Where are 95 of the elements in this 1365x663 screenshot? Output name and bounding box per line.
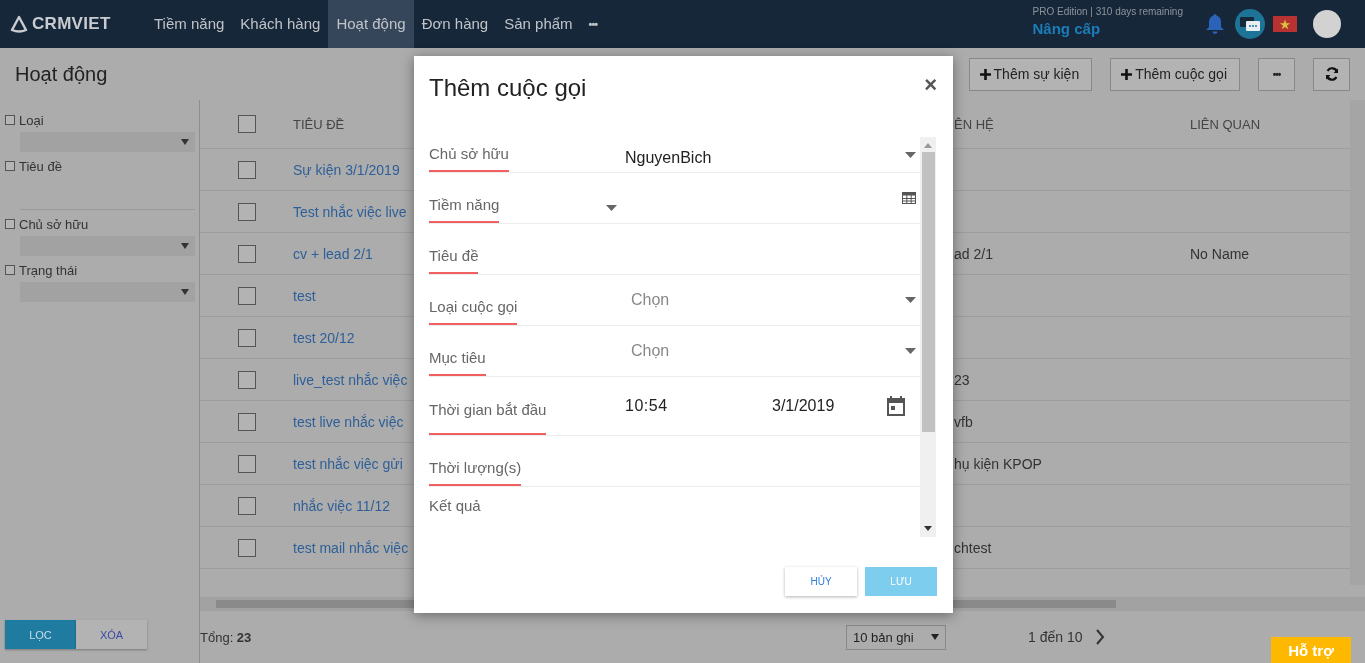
caret-icon xyxy=(905,151,916,158)
calendar-icon[interactable] xyxy=(887,396,905,416)
nav-item[interactable]: Khách hàng xyxy=(232,0,329,48)
row-checkbox[interactable] xyxy=(237,328,256,347)
filter-checkbox[interactable] xyxy=(5,161,15,171)
row-checkbox[interactable] xyxy=(237,160,256,179)
scroll-up-icon[interactable] xyxy=(924,143,932,148)
select-field[interactable]: Chọn xyxy=(625,326,920,376)
title-link[interactable]: nhắc việc 11/12 xyxy=(293,497,391,514)
filter-button[interactable]: XÓA xyxy=(76,620,147,649)
page-size-dropdown[interactable]: 10 bản ghi xyxy=(846,624,946,650)
more-button[interactable]: ••• xyxy=(1258,57,1295,91)
date-input[interactable]: 3/1/2019 xyxy=(772,397,887,415)
row-checkbox[interactable] xyxy=(237,538,256,557)
nav-item[interactable]: Đơn hàng xyxy=(413,0,497,48)
column-header[interactable]: ÊN HỆ xyxy=(954,116,994,132)
more-menu[interactable]: ••• xyxy=(580,0,606,48)
field-label: Thời gian bắt đầu xyxy=(429,401,547,435)
caret-icon xyxy=(905,348,916,354)
row-checkbox[interactable] xyxy=(237,202,256,221)
filter-button[interactable]: LỌC xyxy=(5,620,76,649)
caret-icon xyxy=(181,289,189,295)
field-label: Tiêu đề xyxy=(429,247,479,274)
refresh-button[interactable] xyxy=(1313,57,1350,91)
title-link[interactable]: test 20/12 xyxy=(293,329,355,346)
caret-icon xyxy=(905,297,916,303)
field-label: Loại cuộc gọi xyxy=(429,298,518,325)
filter-label: Chủ sở hữu xyxy=(19,216,89,232)
field-label: Mục tiêu xyxy=(429,349,486,376)
table-icon[interactable] xyxy=(902,192,916,204)
title-link[interactable]: test mail nhắc việc xyxy=(293,539,409,556)
table-cell: 23 xyxy=(954,371,970,388)
row-checkbox[interactable] xyxy=(237,412,256,431)
caret-icon xyxy=(181,243,189,249)
add-button[interactable]: Thêm cuộc gọi xyxy=(1110,57,1240,91)
time-input[interactable]: 10:54 xyxy=(625,397,772,415)
close-button[interactable]: × xyxy=(924,74,937,96)
nav-item[interactable]: Hoạt động xyxy=(328,0,414,48)
row-checkbox[interactable] xyxy=(237,454,256,473)
nav-item[interactable]: Sản phẩm xyxy=(496,0,581,48)
table-cell: hụ kiện KPOP xyxy=(954,455,1042,472)
filter-label: Loại xyxy=(19,112,44,128)
title-link[interactable]: Test nhắc việc live xyxy=(293,203,407,220)
nav-item[interactable]: Tiềm năng xyxy=(146,0,233,48)
row-checkbox[interactable] xyxy=(237,496,256,515)
title-link[interactable]: cv + lead 2/1 xyxy=(293,245,373,262)
plus-icon xyxy=(1121,68,1133,80)
table-cell: vfb xyxy=(954,413,973,430)
field-label: Chủ sở hữu xyxy=(429,145,509,172)
column-header[interactable]: LIÊN QUAN xyxy=(1190,116,1261,132)
filter-checkbox[interactable] xyxy=(5,115,15,125)
filter-label: Trạng thái xyxy=(19,262,78,278)
add-button[interactable]: Thêm sự kiện xyxy=(968,57,1093,91)
field-label: Thời lượng(s) xyxy=(429,459,522,486)
dialog-title: Thêm cuộc gọi xyxy=(429,74,587,102)
cancel-button[interactable]: HỦY xyxy=(785,567,857,596)
title-link[interactable]: test nhắc việc gửi xyxy=(293,455,403,472)
caret-icon[interactable] xyxy=(606,205,617,211)
row-checkbox[interactable] xyxy=(237,286,256,305)
column-header[interactable]: TIÊU ĐỀ xyxy=(293,116,345,132)
bell-icon[interactable] xyxy=(1205,13,1225,35)
table-cell: ad 2/1 xyxy=(954,245,993,262)
dialog-scrollbar[interactable] xyxy=(920,137,936,537)
filter-label: Tiêu đề xyxy=(19,158,62,174)
next-page-icon[interactable] xyxy=(1094,629,1105,645)
page-range: 1 đến 10 xyxy=(1028,629,1083,645)
filter-checkbox[interactable] xyxy=(5,219,15,229)
select-all-checkbox[interactable] xyxy=(237,115,256,133)
page-title: Hoạt động xyxy=(15,62,108,86)
select-field[interactable]: NguyenBich xyxy=(625,137,920,172)
upgrade-link[interactable]: Nâng cấp xyxy=(1032,19,1183,37)
logo-icon xyxy=(10,15,28,33)
select-field[interactable]: Chọn xyxy=(625,275,920,325)
caret-icon xyxy=(931,634,939,640)
caret-icon xyxy=(181,139,189,145)
chat-icon[interactable] xyxy=(1235,9,1265,39)
row-checkbox[interactable] xyxy=(237,244,256,263)
field-label: Kết quả xyxy=(429,496,481,516)
scroll-down-icon[interactable] xyxy=(924,526,932,531)
total-count: Tổng: 23 xyxy=(200,629,253,645)
flag-icon[interactable] xyxy=(1273,16,1297,32)
plus-icon xyxy=(979,68,991,80)
avatar[interactable] xyxy=(1313,10,1341,38)
title-link[interactable]: live_test nhắc việc xyxy=(293,371,408,388)
title-link[interactable]: test live nhắc việc xyxy=(293,413,404,430)
title-link[interactable]: Sự kiện 3/1/2019 xyxy=(293,161,400,178)
filter-checkbox[interactable] xyxy=(5,265,15,275)
logo-text[interactable]: CRMVIET xyxy=(32,14,111,34)
table-cell: No Name xyxy=(1190,245,1250,262)
refresh-icon xyxy=(1324,67,1339,81)
title-link[interactable]: test xyxy=(293,287,316,304)
table-cell: chtest xyxy=(954,539,992,556)
edition-text: PRO Edition | 310 days remaining xyxy=(1032,5,1183,17)
row-checkbox[interactable] xyxy=(237,370,256,389)
field-label: Tiềm năng xyxy=(429,196,500,223)
